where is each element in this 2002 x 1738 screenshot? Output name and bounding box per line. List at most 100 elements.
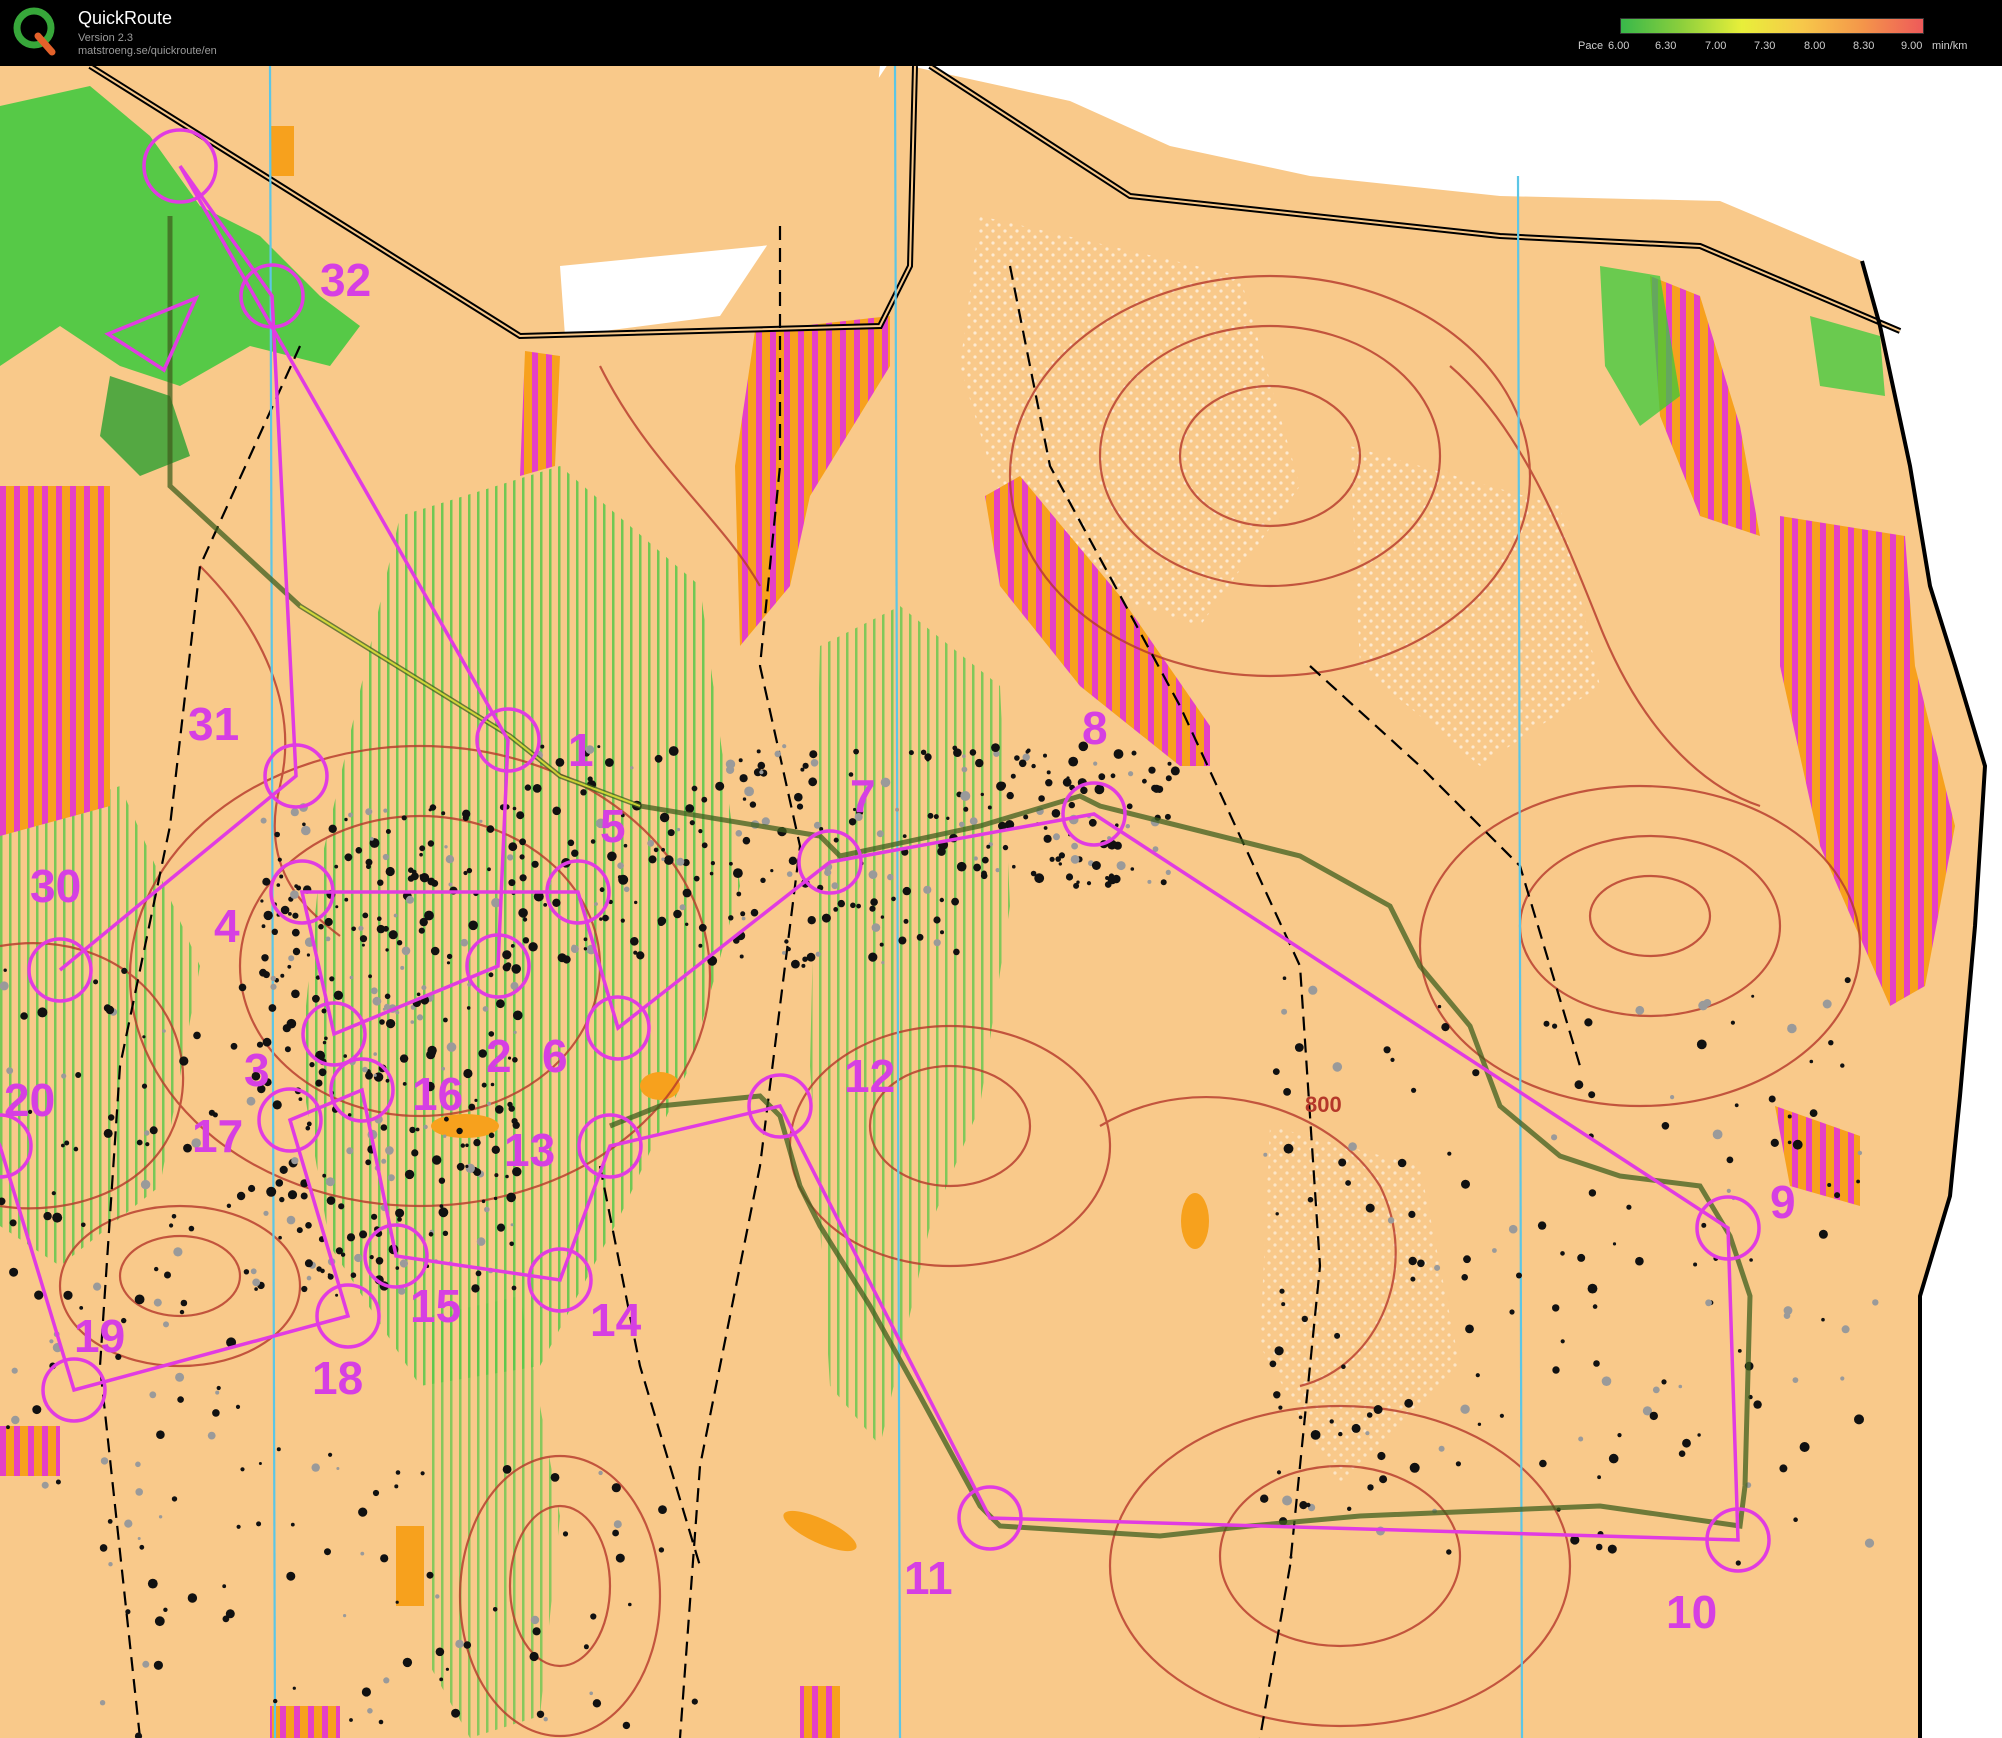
boulder (529, 1651, 539, 1662)
boulder (634, 900, 638, 905)
boulder (354, 1253, 363, 1263)
boulder (9, 1219, 17, 1227)
boulder (435, 1594, 440, 1599)
boulder (326, 1196, 336, 1205)
boulder (343, 1614, 347, 1618)
boulder (589, 1691, 593, 1696)
boulder (400, 965, 405, 970)
boulder (404, 1169, 415, 1180)
boulder (386, 1019, 396, 1029)
boulder (365, 1159, 372, 1166)
boulder (275, 1179, 284, 1187)
boulder (393, 913, 398, 918)
boulder (1148, 766, 1156, 774)
boulder (1068, 801, 1076, 809)
boulder (258, 1462, 262, 1465)
boulder (742, 836, 751, 845)
boulder (1093, 761, 1098, 766)
boulder (188, 1225, 195, 1232)
boulder (1607, 1544, 1617, 1554)
boulder (306, 1275, 312, 1281)
boulder (388, 930, 398, 940)
boulder (1408, 1256, 1417, 1266)
boulder (623, 886, 630, 893)
boulder (263, 910, 273, 921)
boulder (463, 1641, 472, 1649)
boulder (508, 842, 518, 852)
boulder (1110, 773, 1116, 779)
boulder (1002, 844, 1009, 851)
boulder (344, 817, 348, 822)
boulder (1307, 1196, 1314, 1203)
boulder (1597, 1475, 1601, 1480)
boulder (484, 1206, 490, 1213)
boulder (144, 1130, 150, 1136)
boulder (1809, 1109, 1818, 1117)
boulder (325, 936, 331, 942)
boulder (676, 827, 681, 832)
boulder (377, 879, 384, 886)
boulder (987, 805, 992, 810)
boulder (1055, 856, 1061, 862)
boulder (419, 852, 423, 857)
boulder (1593, 1360, 1600, 1367)
boulder (750, 908, 759, 917)
boulder (402, 1082, 407, 1086)
boulder (833, 837, 839, 843)
boulder (728, 915, 734, 921)
boulder (1588, 1189, 1597, 1197)
boulder (833, 907, 839, 912)
boulder (594, 902, 598, 906)
boulder (1334, 1332, 1341, 1339)
boulder (786, 871, 793, 877)
boulder (366, 864, 371, 870)
map-canvas[interactable]: 800 1 2 3 4 5 6 7 8 9 10 11 12 13 14 15 … (0, 66, 2002, 1738)
boulder (1461, 1274, 1468, 1281)
boulder (933, 939, 941, 947)
boulder (760, 877, 766, 883)
boulder (395, 1208, 405, 1218)
boulder (661, 857, 665, 861)
boulder (175, 1372, 185, 1382)
boulder (1409, 1462, 1420, 1473)
boulder (959, 821, 965, 828)
boulder (506, 1192, 516, 1203)
boulder (164, 1271, 171, 1279)
boulder (370, 987, 378, 995)
boulder (630, 766, 634, 770)
boulder (439, 1204, 444, 1208)
boulder (1070, 855, 1080, 864)
boulder (1411, 1087, 1417, 1093)
boulder (465, 1143, 469, 1148)
boulder (898, 936, 907, 945)
boulder (1345, 1180, 1351, 1186)
boulder (153, 1298, 162, 1307)
boulder (279, 1165, 288, 1174)
boulder (73, 1146, 79, 1152)
boulder (418, 927, 425, 934)
boulder (367, 1708, 373, 1714)
boulder (887, 873, 894, 881)
boulder (802, 762, 809, 769)
boulder (658, 1505, 667, 1514)
boulder (590, 1613, 597, 1620)
boulder (876, 830, 884, 838)
boulder (1167, 761, 1172, 766)
boulder (243, 1269, 250, 1275)
boulder (292, 1686, 296, 1690)
boulder (1080, 786, 1088, 795)
pace-color-bar (1620, 18, 1924, 34)
boulder (1038, 795, 1045, 802)
boulder (902, 886, 911, 896)
boulder (1821, 1317, 1825, 1322)
boulder (448, 882, 453, 887)
boulder (235, 1404, 241, 1409)
boulder (759, 770, 764, 775)
boulder (1584, 1018, 1593, 1027)
boulder (571, 944, 577, 950)
boulder (510, 944, 515, 948)
boulder (1446, 1549, 1452, 1555)
boulder (952, 745, 958, 751)
orienteering-map[interactable]: 800 1 2 3 4 5 6 7 8 9 10 11 12 13 14 15 … (0, 66, 2002, 1738)
boulder (416, 1014, 424, 1021)
